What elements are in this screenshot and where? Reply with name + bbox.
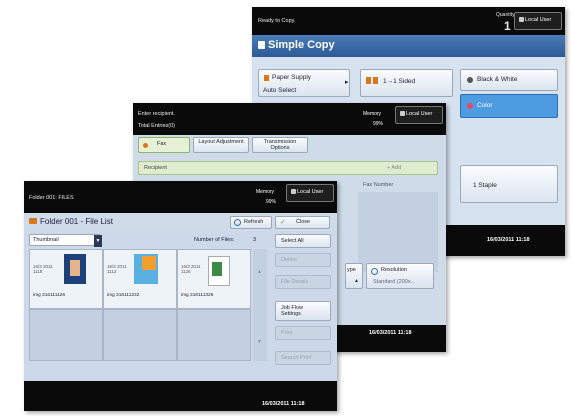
sided-icon (366, 77, 371, 84)
memory-value: 99% (373, 121, 384, 127)
add-recipient-button[interactable]: + Add (387, 165, 401, 171)
color-icon (467, 103, 473, 109)
job-flow-settings-button[interactable]: Job Flow Settings (275, 301, 331, 321)
fax-date: 16/03/2011 11:18 (369, 330, 412, 336)
empty-slot (177, 309, 251, 361)
copy-title: Simple Copy (268, 39, 335, 51)
bw-icon (467, 77, 473, 83)
recipient-bar[interactable]: Recipient + Add (138, 161, 438, 175)
triangle-down-icon: ▼ (257, 339, 262, 345)
fax-number-area (358, 192, 438, 272)
empty-slot (103, 309, 177, 361)
file-thumbnail-1[interactable]: 16/3 2011 1118 img 316111126 (29, 249, 103, 309)
black-white-button[interactable]: Black & White (460, 69, 558, 91)
refresh-button[interactable]: Refresh (230, 216, 272, 229)
chevron-down-icon: ▼ (94, 235, 102, 247)
empty-slot (29, 309, 103, 361)
local-user-button-2[interactable]: Local User (395, 106, 443, 124)
memory-label: Memory (363, 111, 382, 117)
tab-layout-adjustment[interactable]: Layout Adjustment (193, 137, 249, 153)
copy-date: 16/03/2011 11:18 (487, 237, 530, 243)
tab-transmission-options[interactable]: Transmission Options (252, 137, 308, 153)
color-button[interactable]: Color (460, 94, 558, 118)
refresh-icon (234, 219, 241, 226)
fax-tab-icon (143, 143, 148, 148)
image-preview-detail (142, 256, 156, 270)
file-thumbnail-2[interactable]: 16/3 2011 1112 img 316111232 (103, 249, 177, 309)
print-button[interactable]: Print (275, 326, 331, 340)
paper-icon (264, 75, 269, 81)
select-all-button[interactable]: Select All (275, 234, 331, 248)
lock-icon (519, 17, 524, 22)
chevron-right-icon: ▸ (345, 79, 349, 86)
sided-icon-2 (373, 77, 378, 84)
fax-number-label: Fax Number (363, 182, 394, 188)
file-thumbnail-3[interactable]: 16/3 2011 1126 img 316111326 (177, 249, 251, 309)
quantity-value: 1 (504, 19, 511, 33)
number-of-files-label: Number of Files: (194, 237, 235, 243)
file-list-date: 16/03/2011 11:18 (262, 401, 305, 407)
magnifier-icon (371, 268, 378, 275)
search-print-button[interactable]: Search Print (275, 351, 331, 365)
copy-title-bar: Simple Copy (252, 35, 565, 57)
total-entries: Total Entries(0) (138, 123, 175, 129)
local-user-button[interactable]: Local User (514, 12, 562, 30)
folder-path: Folder 001: FILES (29, 195, 74, 201)
copy-status-text: Ready to Copy. (258, 18, 296, 24)
memory-label-1: Memory (256, 189, 275, 195)
memory-value-1: 99% (266, 199, 277, 205)
number-of-files-value: 3 (253, 237, 257, 243)
staple-button[interactable]: 1 Staple (460, 165, 558, 203)
tab-fax[interactable]: Fax (138, 137, 190, 153)
image-preview-detail (212, 262, 222, 276)
file-list-screen: Folder 001: FILES Memory 99% Local User … (24, 181, 337, 411)
image-preview-detail (70, 260, 80, 276)
triangle-up-icon: ▲ (257, 269, 262, 275)
triangle-up-icon: ▲ (354, 278, 359, 284)
type-button[interactable]: ype ▲ (345, 263, 363, 289)
close-button[interactable]: ✓ Close (275, 216, 330, 229)
scrollbar[interactable]: ▲ ▼ (253, 249, 267, 361)
folder-icon (29, 218, 37, 224)
sided-button[interactable]: 1→1 Sided (360, 69, 453, 97)
file-list-panel: Thumbnail ▼ Number of Files: 3 16/3 2011… (24, 231, 337, 381)
lock-icon (291, 189, 296, 194)
copy-icon (258, 41, 265, 49)
view-mode-select[interactable]: Thumbnail ▼ (29, 234, 102, 247)
file-details-button[interactable]: File Details (275, 275, 331, 289)
file-list-title-bar: Folder 001 - File List Refresh ✓ Close (24, 213, 337, 231)
resolution-button[interactable]: Resolution Standard (200x... (366, 263, 434, 289)
delete-button[interactable]: Delete (275, 253, 331, 267)
file-list-title: Folder 001 - File List (40, 217, 113, 226)
local-user-button-1[interactable]: Local User (286, 184, 334, 202)
lock-icon (400, 111, 405, 116)
fax-status-text: Enter recipient. (138, 111, 175, 117)
check-icon: ✓ (280, 219, 286, 226)
quantity-label: Quantity (496, 12, 515, 18)
paper-supply-button[interactable]: Paper Supply Auto Select ▸ (258, 69, 350, 97)
